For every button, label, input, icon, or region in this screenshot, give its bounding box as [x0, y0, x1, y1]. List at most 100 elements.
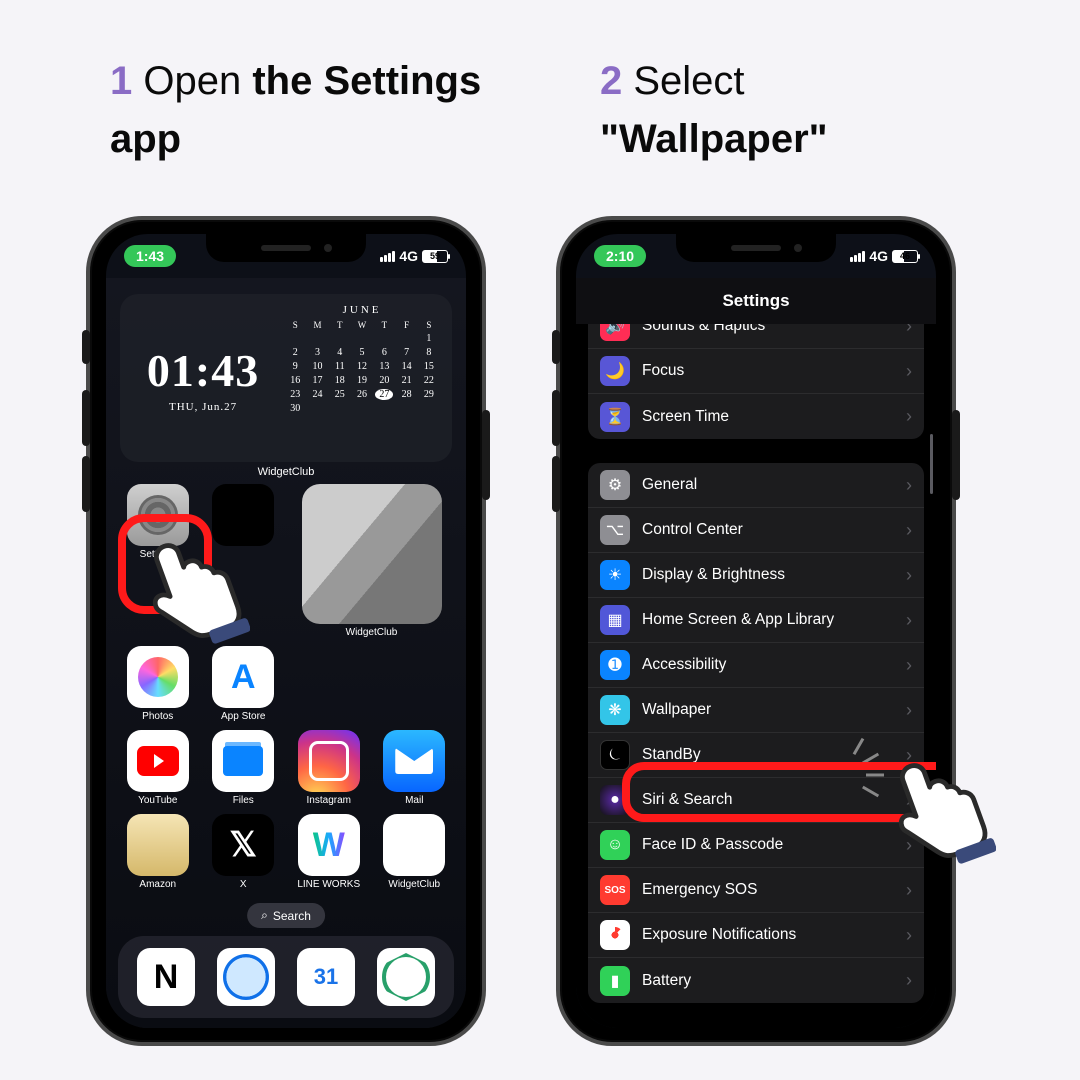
settings-row-sos[interactable]: SOSEmergency SOS› — [588, 868, 924, 913]
exposure-icon — [600, 920, 630, 950]
dock-app-calendar[interactable] — [297, 948, 355, 1006]
row-label: Display & Brightness — [642, 566, 894, 584]
files-icon — [212, 730, 274, 792]
settings-row-faceid[interactable]: ☺Face ID & Passcode› — [588, 823, 924, 868]
dock-app-safari[interactable] — [217, 948, 275, 1006]
clock-calendar-widget[interactable]: 01:43 THU, Jun.27 JUNE SMTWTFS1234567891… — [120, 294, 452, 462]
battery-icon: 59 — [422, 250, 448, 263]
app-youtube[interactable]: YouTube — [120, 730, 196, 806]
widgetclub-icon — [383, 814, 445, 876]
battery-icon: ▮ — [600, 966, 630, 996]
step-1-heading: 1 Open the Settings app — [110, 52, 510, 168]
chevron-right-icon: › — [906, 520, 912, 541]
amazon-icon — [127, 814, 189, 876]
settings-row-general[interactable]: ⚙ General › — [588, 463, 924, 508]
settings-icon — [127, 484, 189, 546]
chevron-right-icon: › — [906, 655, 912, 676]
step-2-heading: 2 Select"Wallpaper" — [600, 52, 1020, 168]
settings-row-exposure[interactable]: Exposure Notifications› — [588, 913, 924, 958]
app-wallet[interactable] — [206, 484, 282, 638]
app-photos[interactable]: Photos — [120, 646, 196, 722]
settings-row-battery[interactable]: ▮ Battery › — [588, 958, 924, 1003]
screentime-icon: ⏳ — [600, 402, 630, 432]
status-time: 1:43 — [124, 245, 176, 267]
signal-icon — [380, 251, 395, 262]
row-label: Accessibility — [642, 656, 894, 674]
row-label: Exposure Notifications — [642, 926, 894, 944]
general-icon: ⚙ — [600, 470, 630, 500]
row-label: Face ID & Passcode — [642, 836, 894, 854]
network-label: 4G — [869, 248, 888, 264]
settings-row-access[interactable]: ➊ Accessibility › — [588, 643, 924, 688]
app-amazon[interactable]: Amazon — [120, 814, 196, 890]
chevron-right-icon: › — [906, 565, 912, 586]
dock-app-chatgpt[interactable] — [377, 948, 435, 1006]
appstore-icon: A — [212, 646, 274, 708]
row-label: Focus — [642, 362, 894, 380]
siri-icon: ● — [600, 785, 630, 815]
chevron-right-icon: › — [906, 406, 912, 427]
widget-time: 01:43 — [147, 344, 259, 397]
home-icon: ▦ — [600, 605, 630, 635]
sos-icon: SOS — [600, 875, 630, 905]
photos-icon — [127, 646, 189, 708]
app-files[interactable]: Files — [206, 730, 282, 806]
app-widgetclub[interactable]: WidgetClub — [377, 814, 453, 890]
app-instagram[interactable]: Instagram — [291, 730, 367, 806]
app-settings[interactable]: Settings — [120, 484, 196, 638]
display-icon: ☀ — [600, 560, 630, 590]
youtube-icon — [127, 730, 189, 792]
mail-icon — [383, 730, 445, 792]
chevron-right-icon: › — [906, 880, 912, 901]
spotlight-search[interactable]: ⌕ Search — [247, 903, 325, 928]
row-label: Screen Time — [642, 408, 894, 426]
chevron-right-icon: › — [906, 361, 912, 382]
home-screen: 01:43 THU, Jun.27 JUNE SMTWTFS1234567891… — [106, 278, 466, 1028]
phone-frame-1: 1:43 4G 59 01:43 THU, Jun.27 JUNE SMTWTF… — [86, 216, 486, 1046]
app-x[interactable]: 𝕏 X — [206, 814, 282, 890]
row-label: Wallpaper — [642, 701, 894, 719]
row-label: Battery — [642, 972, 894, 990]
network-label: 4G — [399, 248, 418, 264]
standby-icon: ⏾ — [600, 740, 630, 770]
app-mail[interactable]: Mail — [377, 730, 453, 806]
access-icon: ➊ — [600, 650, 630, 680]
widget-date: THU, Jun.27 — [169, 401, 237, 413]
settings-list[interactable]: 🔊Sounds & Haptics›🌙Focus›⏳Screen Time› ⚙… — [576, 324, 936, 1028]
signal-icon — [850, 251, 865, 262]
phone-frame-2: 2:10 4G 46 Settings 🔊Sounds & Haptics›🌙F… — [556, 216, 956, 1046]
dock: N — [118, 936, 454, 1018]
dock-app-notion[interactable]: N — [137, 948, 195, 1006]
photo-widget[interactable]: WidgetClub — [291, 484, 452, 638]
widget-label: WidgetClub — [120, 466, 452, 478]
widget-calendar: JUNE SMTWTFS1234567891011121314151617181… — [286, 304, 438, 452]
search-icon: ⌕ — [261, 908, 268, 923]
settings-row-focus[interactable]: 🌙 Focus › — [588, 349, 924, 394]
settings-row-home[interactable]: ▦ Home Screen & App Library › — [588, 598, 924, 643]
lineworks-icon — [298, 814, 360, 876]
chevron-right-icon: › — [906, 610, 912, 631]
row-label: Home Screen & App Library — [642, 611, 894, 629]
instagram-icon — [298, 730, 360, 792]
chevron-right-icon: › — [906, 700, 912, 721]
settings-row-screentime[interactable]: ⏳ Screen Time › — [588, 394, 924, 439]
click-rays-icon — [830, 750, 880, 800]
status-time: 2:10 — [594, 245, 646, 267]
settings-row-sounds[interactable]: 🔊Sounds & Haptics› — [588, 324, 924, 349]
wallpaper-icon: ❋ — [600, 695, 630, 725]
settings-row-wallpaper[interactable]: ❋ Wallpaper › — [588, 688, 924, 733]
settings-row-control[interactable]: ⌥Control Center› — [588, 508, 924, 553]
app-lineworks[interactable]: LINE WORKS — [291, 814, 367, 890]
chevron-right-icon: › — [906, 475, 912, 496]
notch — [676, 234, 836, 262]
control-icon: ⌥ — [600, 515, 630, 545]
chevron-right-icon: › — [906, 324, 912, 337]
faceid-icon: ☺ — [600, 830, 630, 860]
settings-row-display[interactable]: ☀ Display & Brightness › — [588, 553, 924, 598]
row-label: General — [642, 476, 894, 494]
focus-icon: 🌙 — [600, 356, 630, 386]
app-appstore[interactable]: A App Store — [206, 646, 282, 722]
row-label: Sounds & Haptics — [642, 324, 894, 335]
chevron-right-icon: › — [906, 970, 912, 991]
chevron-right-icon: › — [906, 790, 912, 811]
